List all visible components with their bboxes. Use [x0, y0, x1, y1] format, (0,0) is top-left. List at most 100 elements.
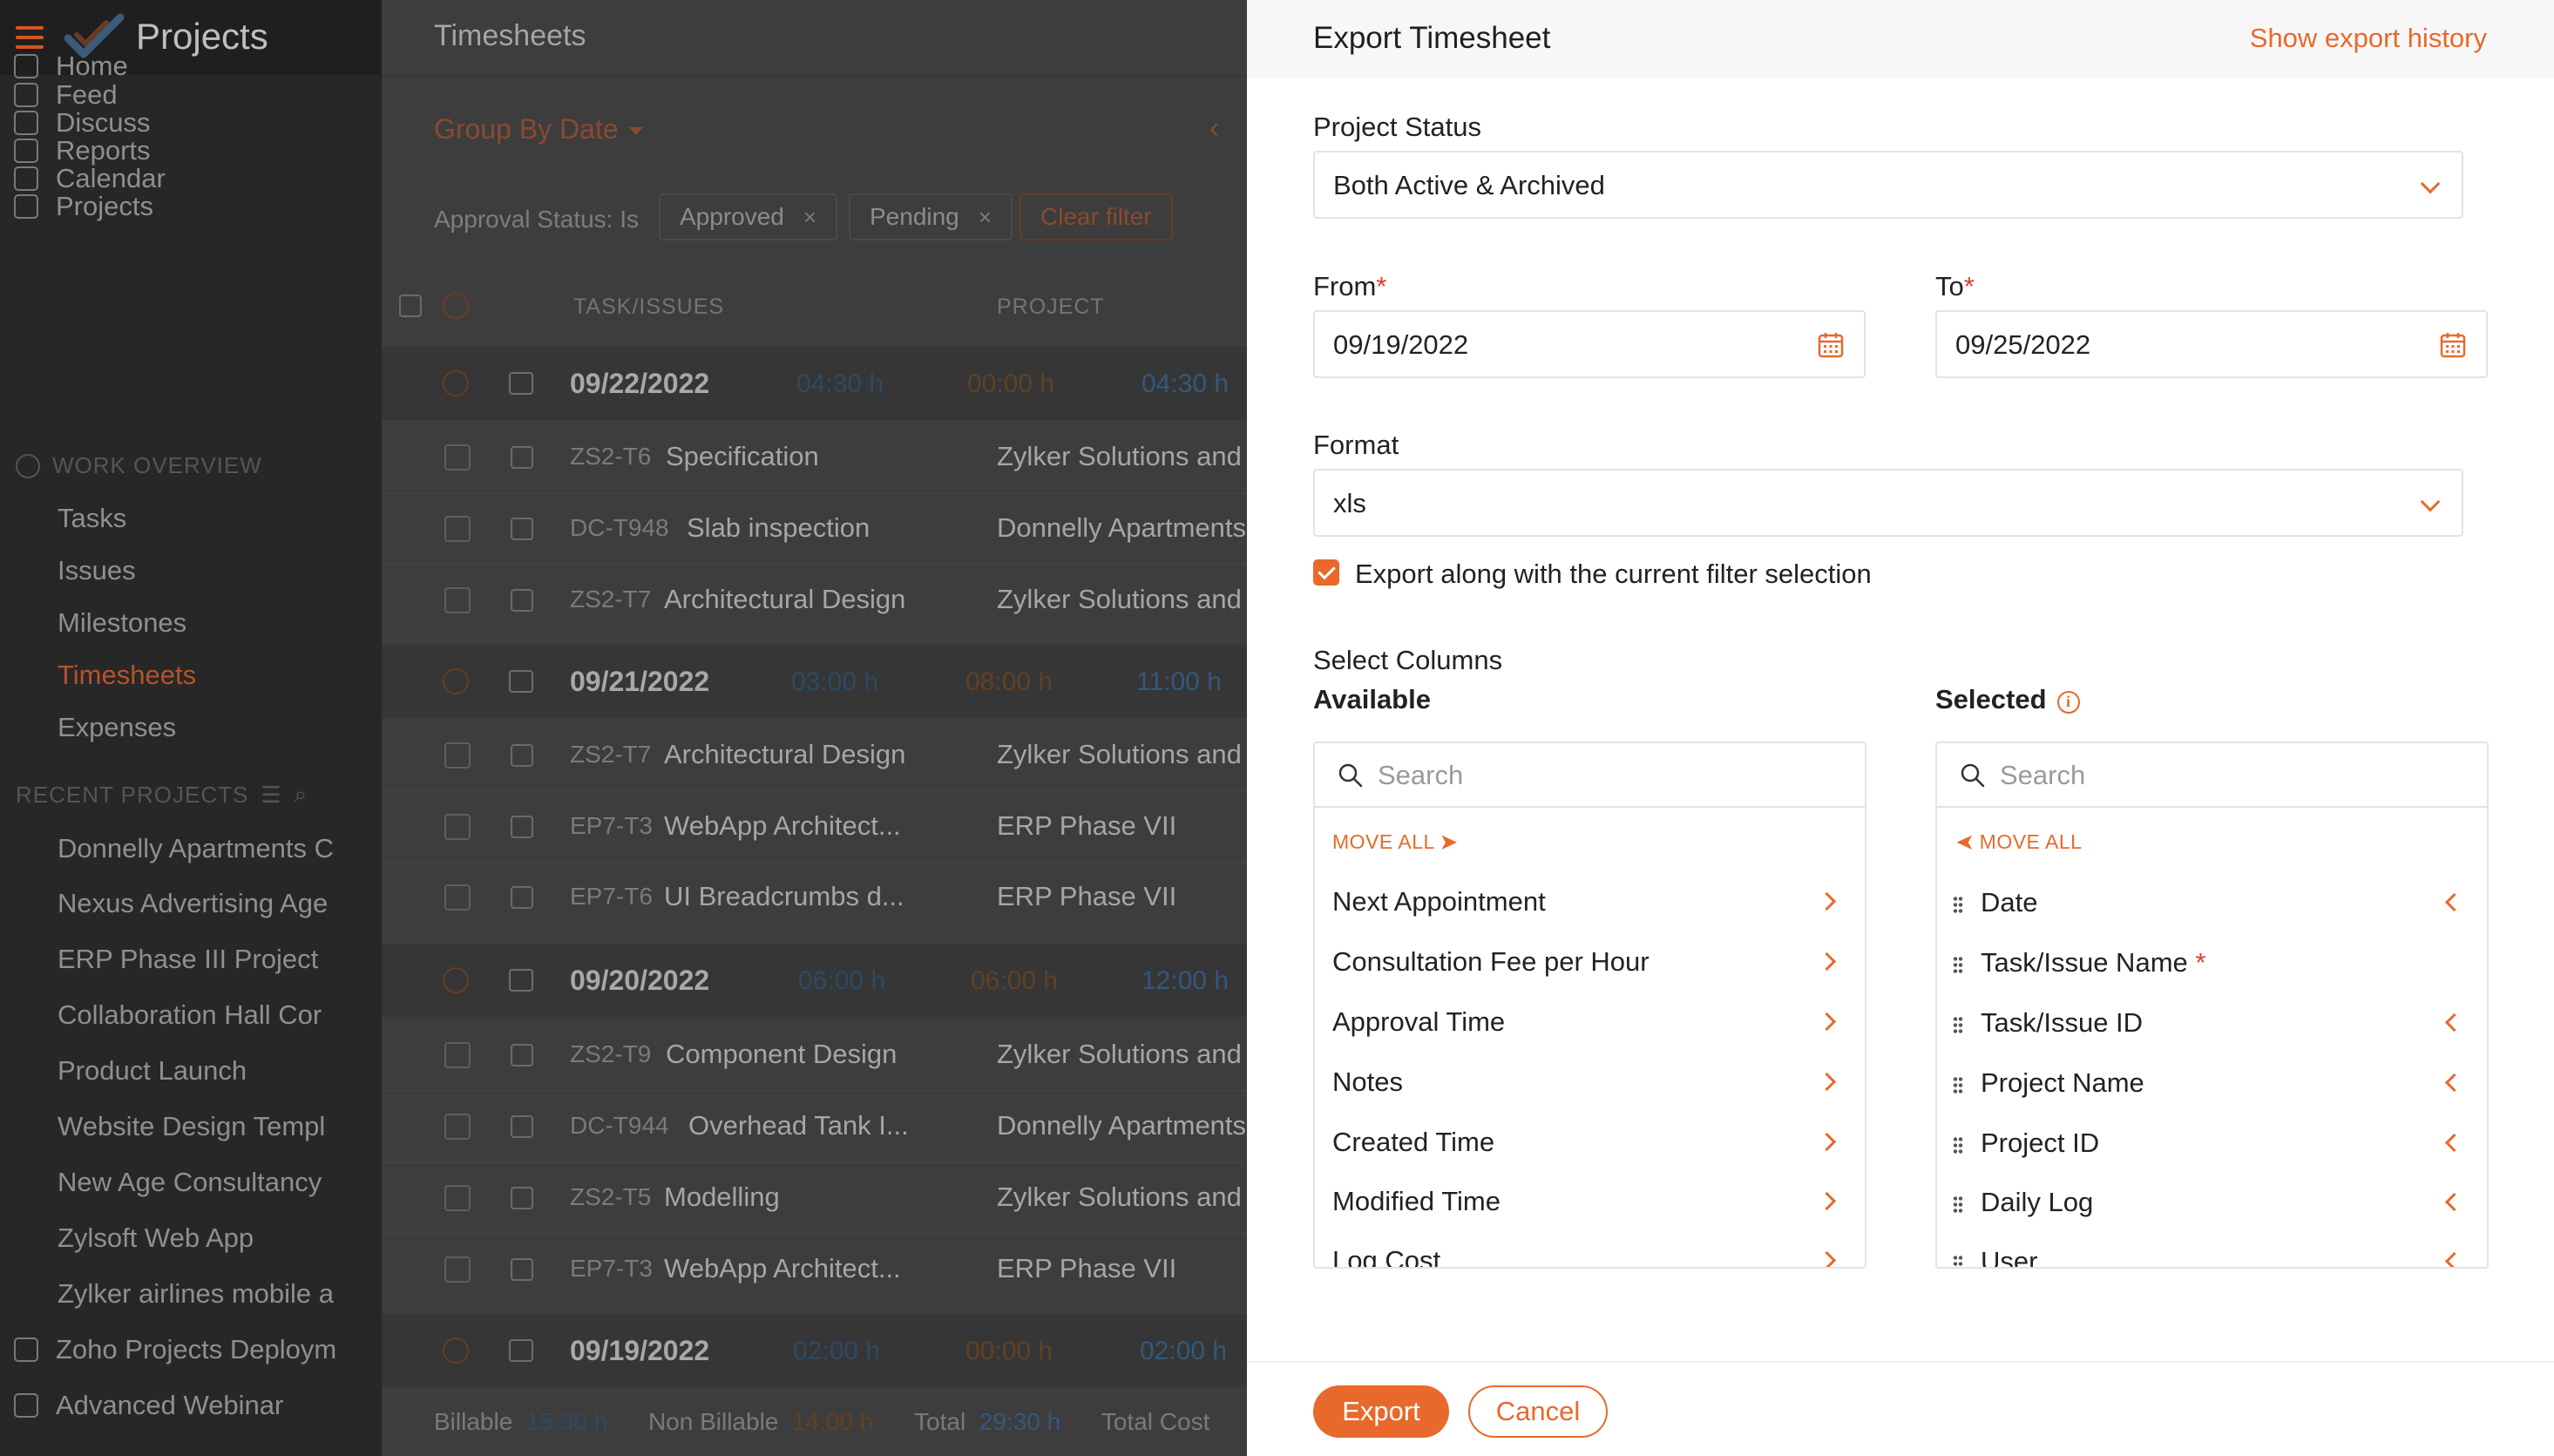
task-project[interactable]: Zylker Solutions and	[997, 1182, 1242, 1213]
task-name[interactable]: WebApp Architect...	[664, 1253, 901, 1284]
format-select[interactable]: xls	[1313, 469, 2463, 537]
filter-icon[interactable]: ☰	[261, 782, 281, 809]
row-checkbox[interactable]	[444, 1256, 471, 1283]
collapse-icon[interactable]	[443, 370, 469, 396]
drag-handle-icon[interactable]	[1953, 1255, 1963, 1267]
selected-item[interactable]: User	[1937, 1236, 2487, 1267]
task-project[interactable]: Zylker Solutions and	[997, 584, 1242, 615]
date-group-row[interactable]: 09/20/2022 06:00 h 06:00 h 12:00 h	[382, 944, 1247, 1017]
sidebar-item-issues[interactable]: Issues	[58, 555, 136, 586]
selected-item[interactable]: Project ID	[1937, 1117, 2487, 1175]
selected-search-input[interactable]	[2000, 755, 2453, 796]
export-button[interactable]: Export	[1313, 1385, 1449, 1438]
export-filter-label[interactable]: Export along with the current filter sel…	[1355, 559, 1872, 590]
available-item[interactable]: Created Time	[1315, 1116, 1865, 1174]
chevron-left-icon[interactable]	[2444, 892, 2464, 912]
collapse-all-icon[interactable]	[443, 293, 469, 319]
cancel-button[interactable]: Cancel	[1468, 1385, 1608, 1438]
chevron-left-icon[interactable]	[2444, 1251, 2464, 1267]
to-date-field[interactable]: 09/25/2022	[1935, 310, 2488, 378]
drag-handle-icon[interactable]	[1953, 1136, 1963, 1155]
recent-project-item[interactable]: Product Launch	[58, 1055, 247, 1087]
selected-item[interactable]: Project Name	[1937, 1057, 2487, 1114]
search-icon[interactable]: ⌕	[295, 781, 308, 809]
available-item[interactable]: Log Cost	[1315, 1235, 1865, 1267]
row-checkbox[interactable]	[444, 884, 471, 911]
row-checkbox[interactable]	[444, 1185, 471, 1211]
sidebar-item-deployment[interactable]: Zoho Projects Deploym	[14, 1334, 336, 1365]
task-name[interactable]: UI Breadcrumbs d...	[664, 881, 904, 912]
recent-project-item[interactable]: ERP Phase III Project	[58, 944, 318, 975]
close-icon[interactable]: ×	[803, 204, 816, 231]
clear-filter-button[interactable]: Clear filter	[1020, 193, 1173, 240]
column-settings-icon[interactable]	[399, 295, 422, 317]
date-group-row[interactable]: 09/21/2022 03:00 h 08:00 h 11:00 h	[382, 645, 1247, 718]
task-name[interactable]: Modelling	[664, 1182, 780, 1213]
chevron-right-icon[interactable]	[1817, 1012, 1837, 1032]
move-all-right-button[interactable]: MOVE ALL ➤	[1332, 830, 1458, 854]
row-checkbox[interactable]	[444, 814, 471, 840]
task-project[interactable]: Donnelly Apartments	[997, 1110, 1246, 1141]
sidebar-item-tasks[interactable]: Tasks	[58, 503, 126, 534]
info-icon[interactable]: i	[2056, 691, 2080, 714]
task-project[interactable]: ERP Phase VII	[997, 881, 1176, 912]
selected-item[interactable]: Task/Issue Name *	[1937, 937, 2487, 994]
row-checkbox[interactable]	[444, 1114, 471, 1140]
recent-project-item[interactable]: New Age Consultancy	[58, 1167, 322, 1198]
available-search-input[interactable]	[1378, 755, 1831, 796]
chevron-right-icon[interactable]	[1817, 891, 1837, 911]
group-by-dropdown[interactable]: Group By Date	[434, 113, 643, 146]
sidebar-item-home[interactable]: Home	[14, 51, 128, 82]
sidebar-item-expenses[interactable]: Expenses	[58, 712, 176, 743]
recent-project-item[interactable]: Nexus Advertising Age	[58, 888, 328, 919]
task-name[interactable]: Component Design	[666, 1039, 897, 1070]
drag-handle-icon[interactable]	[1953, 956, 1963, 975]
task-project[interactable]: Zylker Solutions and	[997, 1039, 1242, 1070]
chevron-right-icon[interactable]	[1817, 1191, 1837, 1211]
drag-handle-icon[interactable]	[1953, 1016, 1963, 1035]
drag-handle-icon[interactable]	[1953, 896, 1963, 915]
sidebar-item-webinar[interactable]: Advanced Webinar	[14, 1390, 283, 1421]
available-item[interactable]: Approval Time	[1315, 996, 1865, 1053]
collapse-icon[interactable]	[443, 668, 469, 694]
date-group-row[interactable]: 09/22/2022 04:30 h 00:00 h 04:30 h	[382, 347, 1247, 420]
task-name[interactable]: Architectural Design	[664, 739, 905, 770]
task-project[interactable]: ERP Phase VII	[997, 810, 1176, 842]
chevron-right-icon[interactable]	[1817, 1132, 1837, 1152]
recent-project-item[interactable]: Zylker airlines mobile a	[58, 1278, 334, 1310]
work-overview-heading[interactable]: WORK OVERVIEW	[16, 452, 262, 479]
move-all-left-button[interactable]: ➤ MOVE ALL	[1956, 830, 2082, 854]
recent-project-item[interactable]: Website Design Templ	[58, 1111, 325, 1142]
chevron-left-icon[interactable]: ‹	[1209, 112, 1219, 146]
task-name[interactable]: Slab inspection	[687, 512, 870, 544]
sidebar-item-calendar[interactable]: Calendar	[14, 163, 166, 194]
drag-handle-icon[interactable]	[1953, 1195, 1963, 1215]
row-checkbox[interactable]	[444, 516, 471, 542]
calendar-icon[interactable]	[2439, 331, 2467, 359]
row-checkbox[interactable]	[444, 587, 471, 613]
menu-icon[interactable]	[16, 26, 44, 49]
task-name[interactable]: Architectural Design	[664, 584, 905, 615]
recent-project-item[interactable]: Donnelly Apartments C	[58, 833, 334, 864]
calendar-icon[interactable]	[1817, 331, 1845, 359]
sidebar-item-timesheets[interactable]: Timesheets	[58, 660, 196, 691]
close-icon[interactable]: ×	[979, 204, 992, 231]
sidebar-item-feed[interactable]: Feed	[14, 79, 118, 111]
collapse-icon[interactable]	[443, 967, 469, 993]
chevron-right-icon[interactable]	[1817, 951, 1837, 972]
row-checkbox[interactable]	[444, 742, 471, 769]
recent-project-item[interactable]: Zylsoft Web App	[58, 1222, 254, 1254]
selected-item[interactable]: Task/Issue ID	[1937, 997, 2487, 1054]
chevron-left-icon[interactable]	[2444, 1012, 2464, 1033]
export-filter-checkbox[interactable]	[1313, 559, 1339, 586]
sidebar-item-projects[interactable]: Projects	[14, 191, 153, 222]
chevron-right-icon[interactable]	[1817, 1072, 1837, 1092]
available-item[interactable]: Notes	[1315, 1056, 1865, 1114]
filter-chip-pending[interactable]: Pending ×	[849, 193, 1013, 240]
task-project[interactable]: Zylker Solutions and	[997, 441, 1242, 472]
sidebar-item-reports[interactable]: Reports	[14, 135, 151, 166]
chevron-left-icon[interactable]	[2444, 1133, 2464, 1153]
sidebar-item-milestones[interactable]: Milestones	[58, 607, 186, 639]
available-item[interactable]: Next Appointment	[1315, 876, 1865, 933]
selected-item[interactable]: Date	[1937, 877, 2487, 934]
